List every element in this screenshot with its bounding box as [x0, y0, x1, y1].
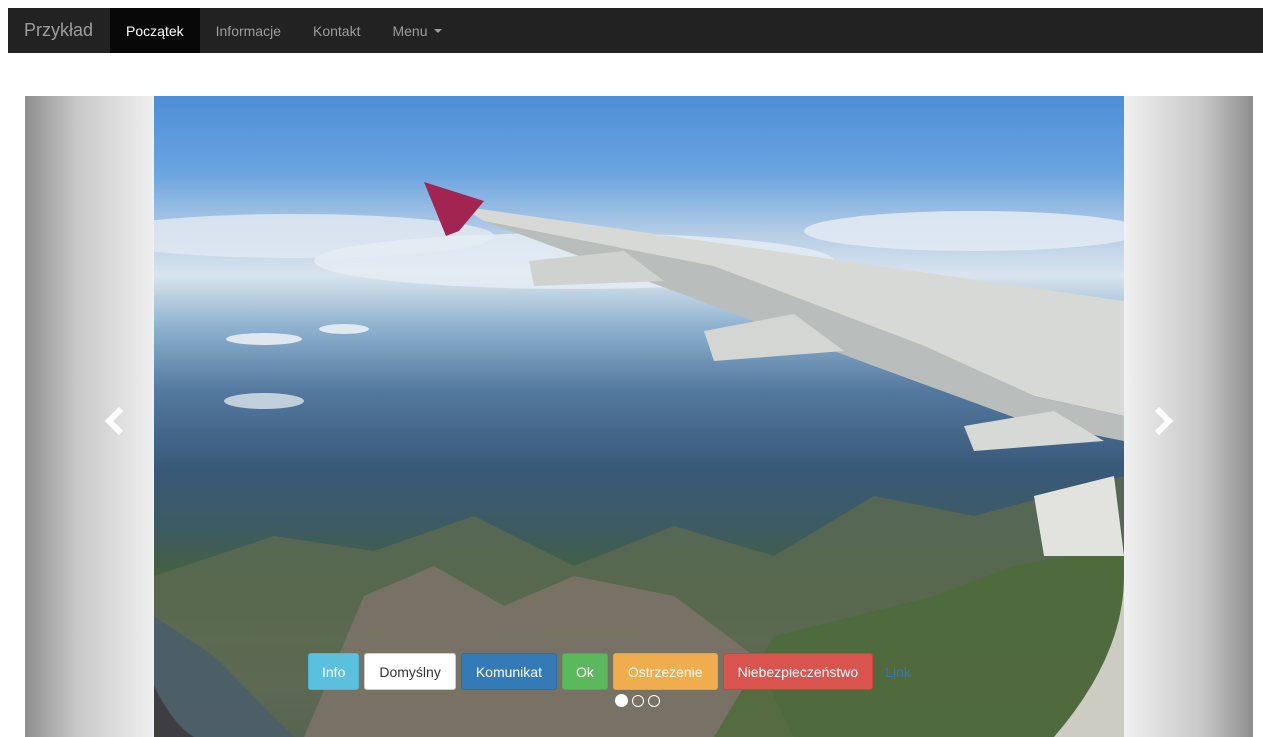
success-button[interactable]: Ok: [561, 653, 608, 690]
nav-item-informacje[interactable]: Informacje: [200, 8, 297, 53]
chevron-left-icon: [104, 406, 124, 436]
nav-item-kontakt[interactable]: Kontakt: [297, 8, 376, 53]
nav-item-menu-dropdown[interactable]: Menu: [376, 8, 457, 53]
carousel-indicator-3[interactable]: [648, 694, 660, 707]
carousel-indicator-1[interactable]: [615, 694, 628, 707]
danger-button[interactable]: Niebezpieczeństwo: [722, 653, 874, 690]
carousel: Info Domyślny Komunikat Ok Ostrzeżenie N…: [25, 96, 1253, 737]
warning-button[interactable]: Ostrzeżenie: [612, 653, 718, 690]
chevron-right-icon: [1154, 406, 1174, 436]
navbar-brand[interactable]: Przykład: [8, 8, 110, 53]
carousel-slide-image: [154, 96, 1124, 737]
carousel-indicators: [615, 694, 660, 707]
carousel-prev-control[interactable]: [95, 401, 135, 441]
nav-item-poczatek[interactable]: Początek: [110, 8, 200, 53]
info-button[interactable]: Info: [308, 653, 360, 690]
primary-button[interactable]: Komunikat: [460, 653, 557, 690]
navbar: Przykład Początek Informacje Kontakt Men…: [8, 8, 1263, 53]
caret-down-icon: [433, 28, 442, 33]
button-group: Info Domyślny Komunikat Ok Ostrzeżenie N…: [308, 653, 918, 690]
nav-item-menu-label: Menu: [392, 22, 428, 39]
default-button[interactable]: Domyślny: [364, 653, 456, 690]
carousel-next-control[interactable]: [1143, 401, 1183, 441]
carousel-indicator-2[interactable]: [632, 694, 644, 707]
link-button[interactable]: Link: [878, 653, 918, 690]
airplane-wing-illustration: [154, 182, 1124, 737]
